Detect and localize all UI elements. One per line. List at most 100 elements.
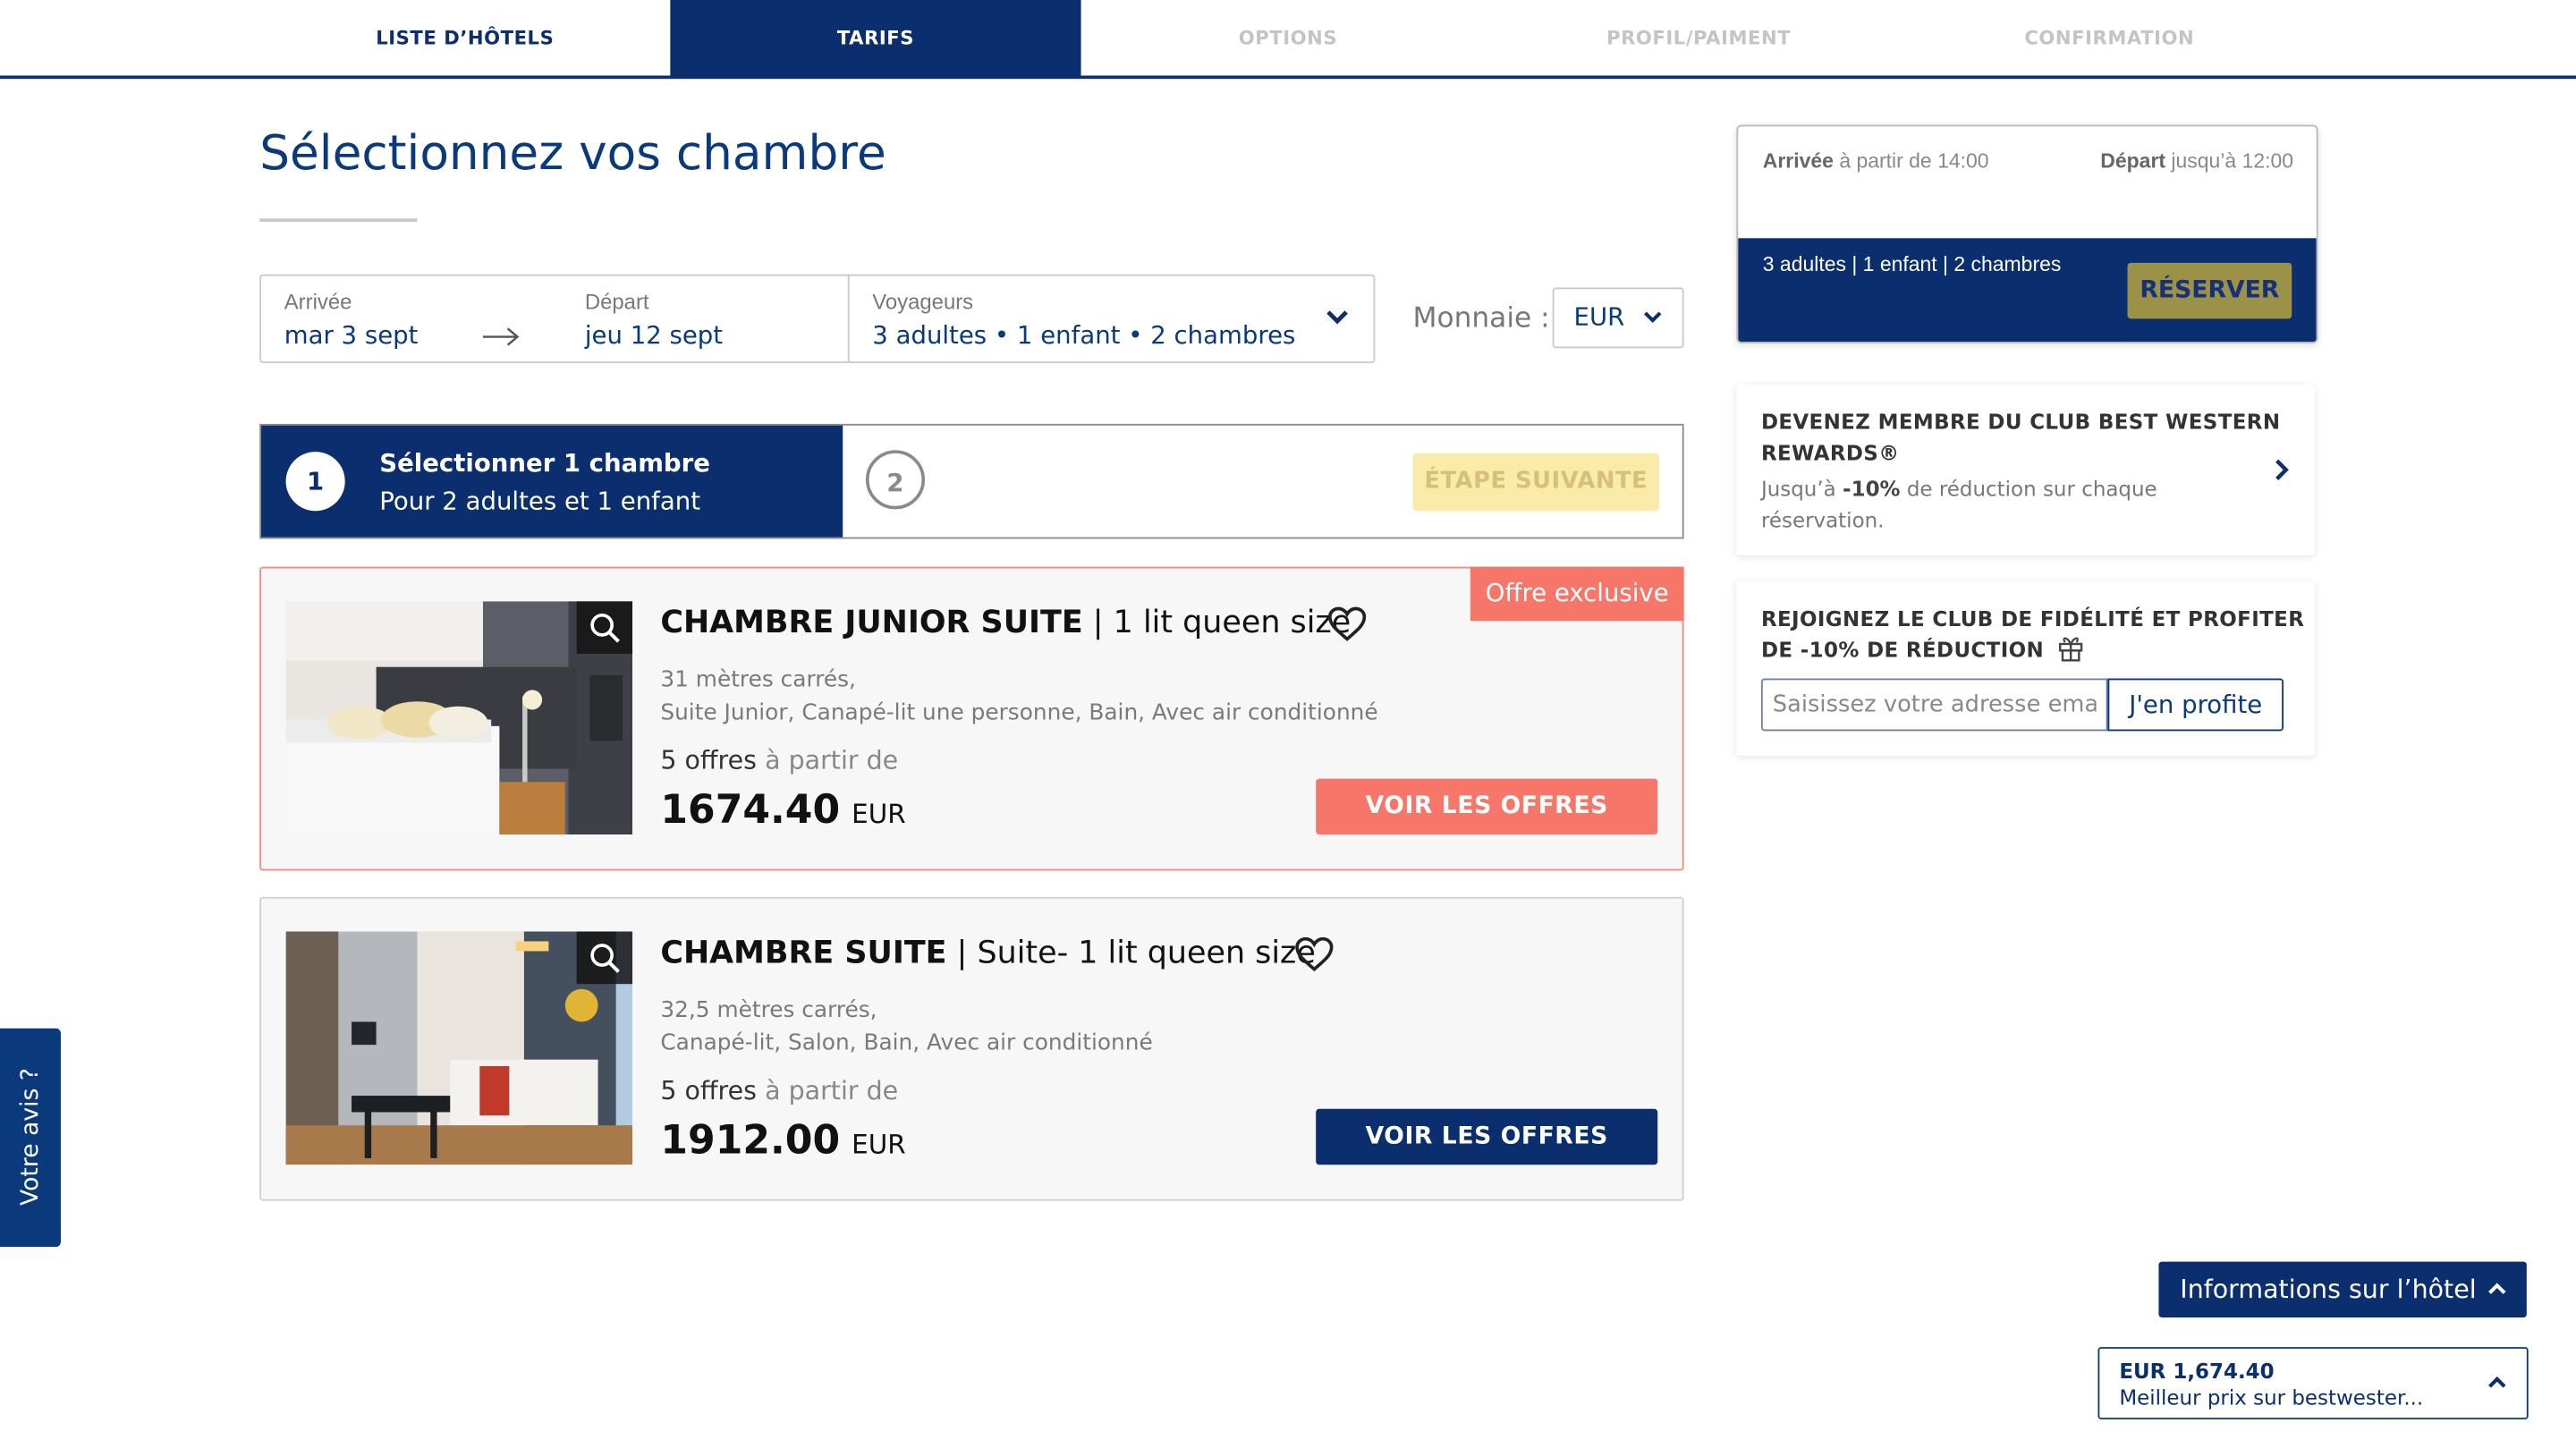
checkout-info: Départ jusqu’à 12:00 bbox=[2100, 149, 2293, 173]
feedback-label: Votre avis ? bbox=[18, 1067, 45, 1207]
best-price-text: Meilleur prix sur bestwester... bbox=[2119, 1385, 2424, 1410]
room-features: Suite Junior, Canapé-lit une personne, B… bbox=[660, 699, 1378, 726]
search-icon bbox=[590, 614, 620, 643]
arrival-label: Arrivée bbox=[284, 289, 352, 314]
hotel-info-button[interactable]: Informations sur l’hôtel bbox=[2158, 1261, 2527, 1318]
best-price-amount: EUR 1,674.40 bbox=[2119, 1358, 2275, 1384]
currency-label: Monnaie : bbox=[1412, 301, 1550, 335]
room-photo[interactable] bbox=[285, 931, 633, 1165]
offers-count: 5 offres bbox=[660, 745, 758, 775]
best-price-widget[interactable]: EUR 1,674.40 Meilleur prix sur bestweste… bbox=[2097, 1347, 2529, 1419]
view-offers-button[interactable]: VOIR LES OFFRES bbox=[1316, 1108, 1658, 1165]
chevron-right-icon bbox=[2275, 459, 2289, 480]
rewards-text-prefix: Jusqu’à bbox=[1760, 476, 1836, 502]
zoom-button[interactable] bbox=[576, 931, 633, 985]
step-rates[interactable]: TARIFS bbox=[670, 0, 1081, 76]
room-name: CHAMBRE JUNIOR SUITE bbox=[660, 604, 1083, 641]
step-1-circle: 1 bbox=[285, 452, 345, 512]
room-bed: Suite- 1 lit queen size bbox=[977, 935, 1316, 971]
room-bed: 1 lit queen size bbox=[1113, 604, 1352, 641]
title-separator: | bbox=[1092, 604, 1114, 641]
price-amount: 1674.40 bbox=[660, 786, 841, 834]
room-step-panel: 1 Sélectionner 1 chambre Pour 2 adultes … bbox=[259, 423, 1684, 539]
guests-summary: 3 adultes | 1 enfant | 2 chambres bbox=[1762, 252, 2062, 276]
title-separator: | bbox=[956, 935, 978, 971]
chevron-up-icon bbox=[2488, 1376, 2506, 1388]
room-price: 1674.40 EUR bbox=[660, 787, 905, 833]
checkout-label: Départ bbox=[2100, 149, 2166, 173]
room-features: Canapé-lit, Salon, Bain, Avec air condit… bbox=[660, 1029, 1153, 1056]
price-currency: EUR bbox=[852, 798, 906, 830]
checkout-time: jusqu’à 12:00 bbox=[2171, 149, 2294, 173]
hotel-info-label: Informations sur l’hôtel bbox=[2180, 1275, 2477, 1305]
checkin-label: Arrivée bbox=[1762, 149, 1834, 173]
search-bar: Arrivée mar 3 sept Départ jeu 12 sept Vo… bbox=[259, 274, 1376, 363]
offers-info: 5 offres à partir de bbox=[660, 1076, 898, 1105]
travelers-dropdown[interactable]: Voyageurs 3 adultes • 1 enfant • 2 chamb… bbox=[850, 276, 1372, 362]
zoom-button[interactable] bbox=[576, 601, 633, 655]
room-title: CHAMBRE SUITE | Suite- 1 lit queen size bbox=[660, 935, 1315, 970]
checkin-time: à partir de 14:00 bbox=[1839, 149, 1989, 173]
room-photo[interactable] bbox=[285, 601, 633, 835]
step-profile-payment[interactable]: PROFIL/PAIMENT bbox=[1494, 0, 1904, 75]
checkin-info: Arrivée à partir de 14:00 bbox=[1763, 149, 1989, 173]
room-price: 1912.00 EUR bbox=[660, 1117, 905, 1163]
date-picker[interactable]: Arrivée mar 3 sept Départ jeu 12 sept bbox=[261, 276, 848, 362]
rewards-discount: -10% bbox=[1843, 476, 1901, 502]
room-size: 31 mètres carrés, bbox=[660, 666, 856, 694]
room-title: CHAMBRE JUNIOR SUITE | 1 lit queen size bbox=[660, 605, 1351, 640]
loyalty-title: REJOIGNEZ LE CLUB DE FIDÉLITÉ ET PROFITE… bbox=[1761, 603, 2304, 665]
loyalty-title-line1: REJOIGNEZ LE CLUB DE FIDÉLITÉ ET PROFITE… bbox=[1760, 606, 2305, 631]
rewards-text-suffix: de réduction sur chaque bbox=[1906, 476, 2157, 502]
gift-icon bbox=[2058, 637, 2082, 662]
arrow-right-icon bbox=[482, 327, 520, 346]
heart-icon[interactable] bbox=[1327, 606, 1367, 642]
room-step-1: 1 Sélectionner 1 chambre Pour 2 adultes … bbox=[261, 425, 843, 538]
summary-footer: 3 adultes | 1 enfant | 2 chambres RÉSERV… bbox=[1738, 238, 2317, 343]
rewards-text-line2: réservation. bbox=[1760, 507, 1885, 533]
rewards-promo[interactable]: DEVENEZ MEMBRE DU CLUB BEST WESTERN REWA… bbox=[1736, 384, 2315, 555]
view-offers-button[interactable]: VOIR LES OFFRES bbox=[1316, 778, 1658, 835]
step-1-subtitle: Pour 2 adultes et 1 enfant bbox=[379, 486, 701, 516]
reserve-button[interactable]: RÉSERVER bbox=[2127, 262, 2292, 319]
next-step-button[interactable]: ÉTAPE SUIVANTE bbox=[1412, 453, 1660, 512]
offers-from: à partir de bbox=[765, 1076, 899, 1106]
travelers-value: 3 adultes • 1 enfant • 2 chambres bbox=[872, 320, 1296, 351]
rewards-text: Jusqu’à -10% de réduction sur chaque rés… bbox=[1761, 473, 2157, 536]
heart-icon[interactable] bbox=[1294, 936, 1334, 972]
feedback-tab[interactable]: Votre avis ? bbox=[0, 1028, 61, 1248]
title-underline bbox=[259, 218, 418, 222]
room-card: Offre exclusive CHAMBRE JUNIOR SUITE | 1… bbox=[259, 566, 1684, 871]
step-confirmation[interactable]: CONFIRMATION bbox=[1904, 0, 2315, 75]
booking-summary: Arrivée à partir de 14:00 Départ jusqu’à… bbox=[1736, 124, 2318, 343]
loyalty-title-line2: DE -10% DE RÉDUCTION bbox=[1760, 637, 2045, 663]
offers-count: 5 offres bbox=[660, 1076, 758, 1106]
booking-steps-nav: LISTE D’HÔTELS TARIFS OPTIONS PROFIL/PAI… bbox=[0, 0, 2576, 80]
offers-from: à partir de bbox=[765, 745, 899, 775]
email-input[interactable] bbox=[1760, 678, 2108, 732]
step-options[interactable]: OPTIONS bbox=[1082, 0, 1493, 75]
join-button[interactable]: J'en profite bbox=[2107, 678, 2284, 732]
rewards-title: DEVENEZ MEMBRE DU CLUB BEST WESTERN REWA… bbox=[1761, 406, 2280, 469]
departure-label: Départ bbox=[584, 289, 649, 314]
chevron-down-icon bbox=[1644, 311, 1662, 324]
offers-info: 5 offres à partir de bbox=[660, 746, 898, 775]
step-2-circle: 2 bbox=[865, 450, 926, 510]
currency-value: EUR bbox=[1573, 301, 1625, 333]
chevron-down-icon bbox=[1326, 310, 1348, 325]
travelers-label: Voyageurs bbox=[872, 289, 974, 314]
rewards-title-line1: DEVENEZ MEMBRE DU CLUB BEST WESTERN bbox=[1760, 409, 2281, 434]
room-name: CHAMBRE SUITE bbox=[660, 935, 947, 971]
loyalty-promo: REJOIGNEZ LE CLUB DE FIDÉLITÉ ET PROFITE… bbox=[1736, 581, 2315, 756]
currency-select[interactable]: EUR bbox=[1552, 287, 1684, 349]
price-currency: EUR bbox=[852, 1128, 906, 1160]
step-1-title: Sélectionner 1 chambre bbox=[379, 448, 710, 479]
room-card: CHAMBRE SUITE | Suite- 1 lit queen size … bbox=[259, 896, 1684, 1201]
chevron-up-icon bbox=[2488, 1283, 2506, 1294]
departure-value: jeu 12 sept bbox=[584, 320, 724, 351]
exclusive-offer-badge: Offre exclusive bbox=[1470, 566, 1684, 622]
step-hotel-list[interactable]: LISTE D’HÔTELS bbox=[259, 0, 670, 75]
rewards-title-line2: REWARDS® bbox=[1760, 440, 1900, 465]
search-icon bbox=[590, 944, 620, 973]
room-size: 32,5 mètres carrés, bbox=[660, 996, 877, 1024]
